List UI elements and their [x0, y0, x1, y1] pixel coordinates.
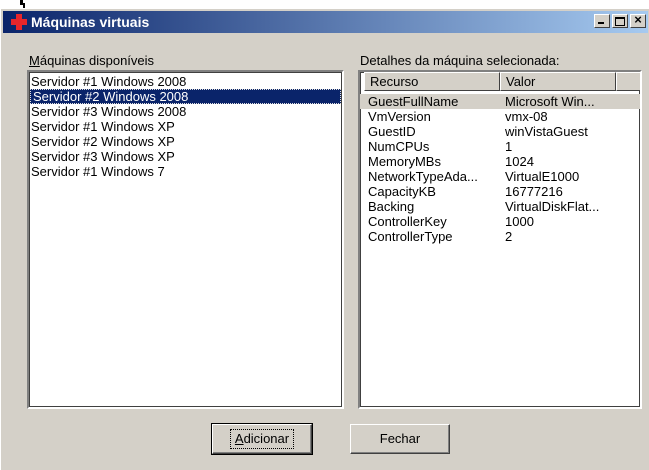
maximize-button[interactable]: [612, 14, 628, 28]
vm-list-item[interactable]: Servidor #1 Windows 7: [29, 164, 342, 179]
value-cell: 16777216: [505, 184, 563, 199]
details-row[interactable]: Backing VirtualDiskFlat...: [360, 199, 640, 214]
value-cell: 1024: [505, 154, 534, 169]
window-title: Máquinas virtuais: [31, 14, 150, 30]
details-row[interactable]: CapacityKB 16777216: [360, 184, 640, 199]
details-row[interactable]: ControllerType 2: [360, 229, 640, 244]
close-icon: ×: [634, 12, 642, 27]
resource-cell: ControllerType: [368, 229, 453, 244]
value-cell: 2: [505, 229, 513, 244]
details-row[interactable]: ControllerKey 1000: [360, 214, 640, 229]
details-row[interactable]: GuestID winVistaGuest: [360, 124, 640, 139]
details-listview[interactable]: Recurso Valor GuestFullName Microsoft Win…: [358, 70, 642, 409]
resource-cell: NumCPUs: [368, 139, 430, 154]
vm-list-item[interactable]: Servidor #2 Windows XP: [29, 134, 342, 149]
value-cell: 1000: [505, 214, 534, 229]
close-window-button[interactable]: ×: [630, 12, 646, 28]
vm-list-item[interactable]: Servidor #1 Windows 2008: [29, 74, 342, 89]
resource-cell: ControllerKey: [368, 214, 447, 229]
red-cross-icon: [11, 14, 27, 30]
details-row[interactable]: MemoryMBs 1024: [360, 154, 640, 169]
column-header-resource[interactable]: Recurso: [364, 72, 500, 91]
details-header: Recurso Valor: [360, 72, 640, 91]
details-row[interactable]: NumCPUs 1: [360, 139, 640, 154]
title-bar[interactable]: Máquinas virtuais ×: [3, 11, 648, 33]
value-cell: VirtualDiskFlat...: [505, 199, 600, 214]
resource-cell: VmVersion: [368, 109, 431, 124]
details-row[interactable]: NetworkTypeAda... VirtualE1000: [360, 169, 640, 184]
resource-cell: MemoryMBs: [368, 154, 441, 169]
window-controls: ×: [592, 12, 646, 30]
resource-cell: GuestID: [368, 124, 416, 139]
vm-list-item[interactable]: Servidor #1 Windows XP: [29, 119, 342, 134]
close-button[interactable]: Fechar: [350, 424, 450, 454]
value-cell: VirtualE1000: [505, 169, 580, 184]
selected-machine-details-label: Detalhes da máquina selecionada:: [360, 53, 560, 68]
vm-list-item[interactable]: Servidor #2 Windows 2008: [30, 89, 341, 104]
column-header-filler: [616, 72, 640, 91]
available-machines-label: Máquinas disponíveis: [29, 53, 155, 68]
value-cell: vmx-08: [505, 109, 548, 124]
value-cell: winVistaGuest: [505, 124, 588, 139]
available-machines-list[interactable]: Servidor #1 Windows 2008 Servidor #2 Wind…: [27, 70, 344, 409]
column-header-value[interactable]: Valor: [500, 72, 616, 91]
details-row[interactable]: GuestFullName Microsoft Win...: [360, 94, 640, 109]
minimize-button[interactable]: [594, 14, 610, 28]
vm-list-item[interactable]: Servidor #3 Windows 2008: [29, 104, 342, 119]
value-cell: 1: [505, 139, 513, 154]
resource-cell: Backing: [368, 199, 415, 214]
resource-cell: CapacityKB: [368, 184, 436, 199]
dialog-window: Máquinas virtuais × Máquinas disponíveis…: [0, 8, 649, 470]
value-cell: Microsoft Win...: [505, 94, 595, 109]
details-row[interactable]: VmVersion vmx-08: [360, 109, 640, 124]
resource-cell: GuestFullName: [368, 94, 459, 109]
add-button[interactable]: Adicionar: [211, 423, 313, 455]
vm-list-item[interactable]: Servidor #3 Windows XP: [29, 149, 342, 164]
resource-cell: NetworkTypeAda...: [368, 169, 478, 184]
